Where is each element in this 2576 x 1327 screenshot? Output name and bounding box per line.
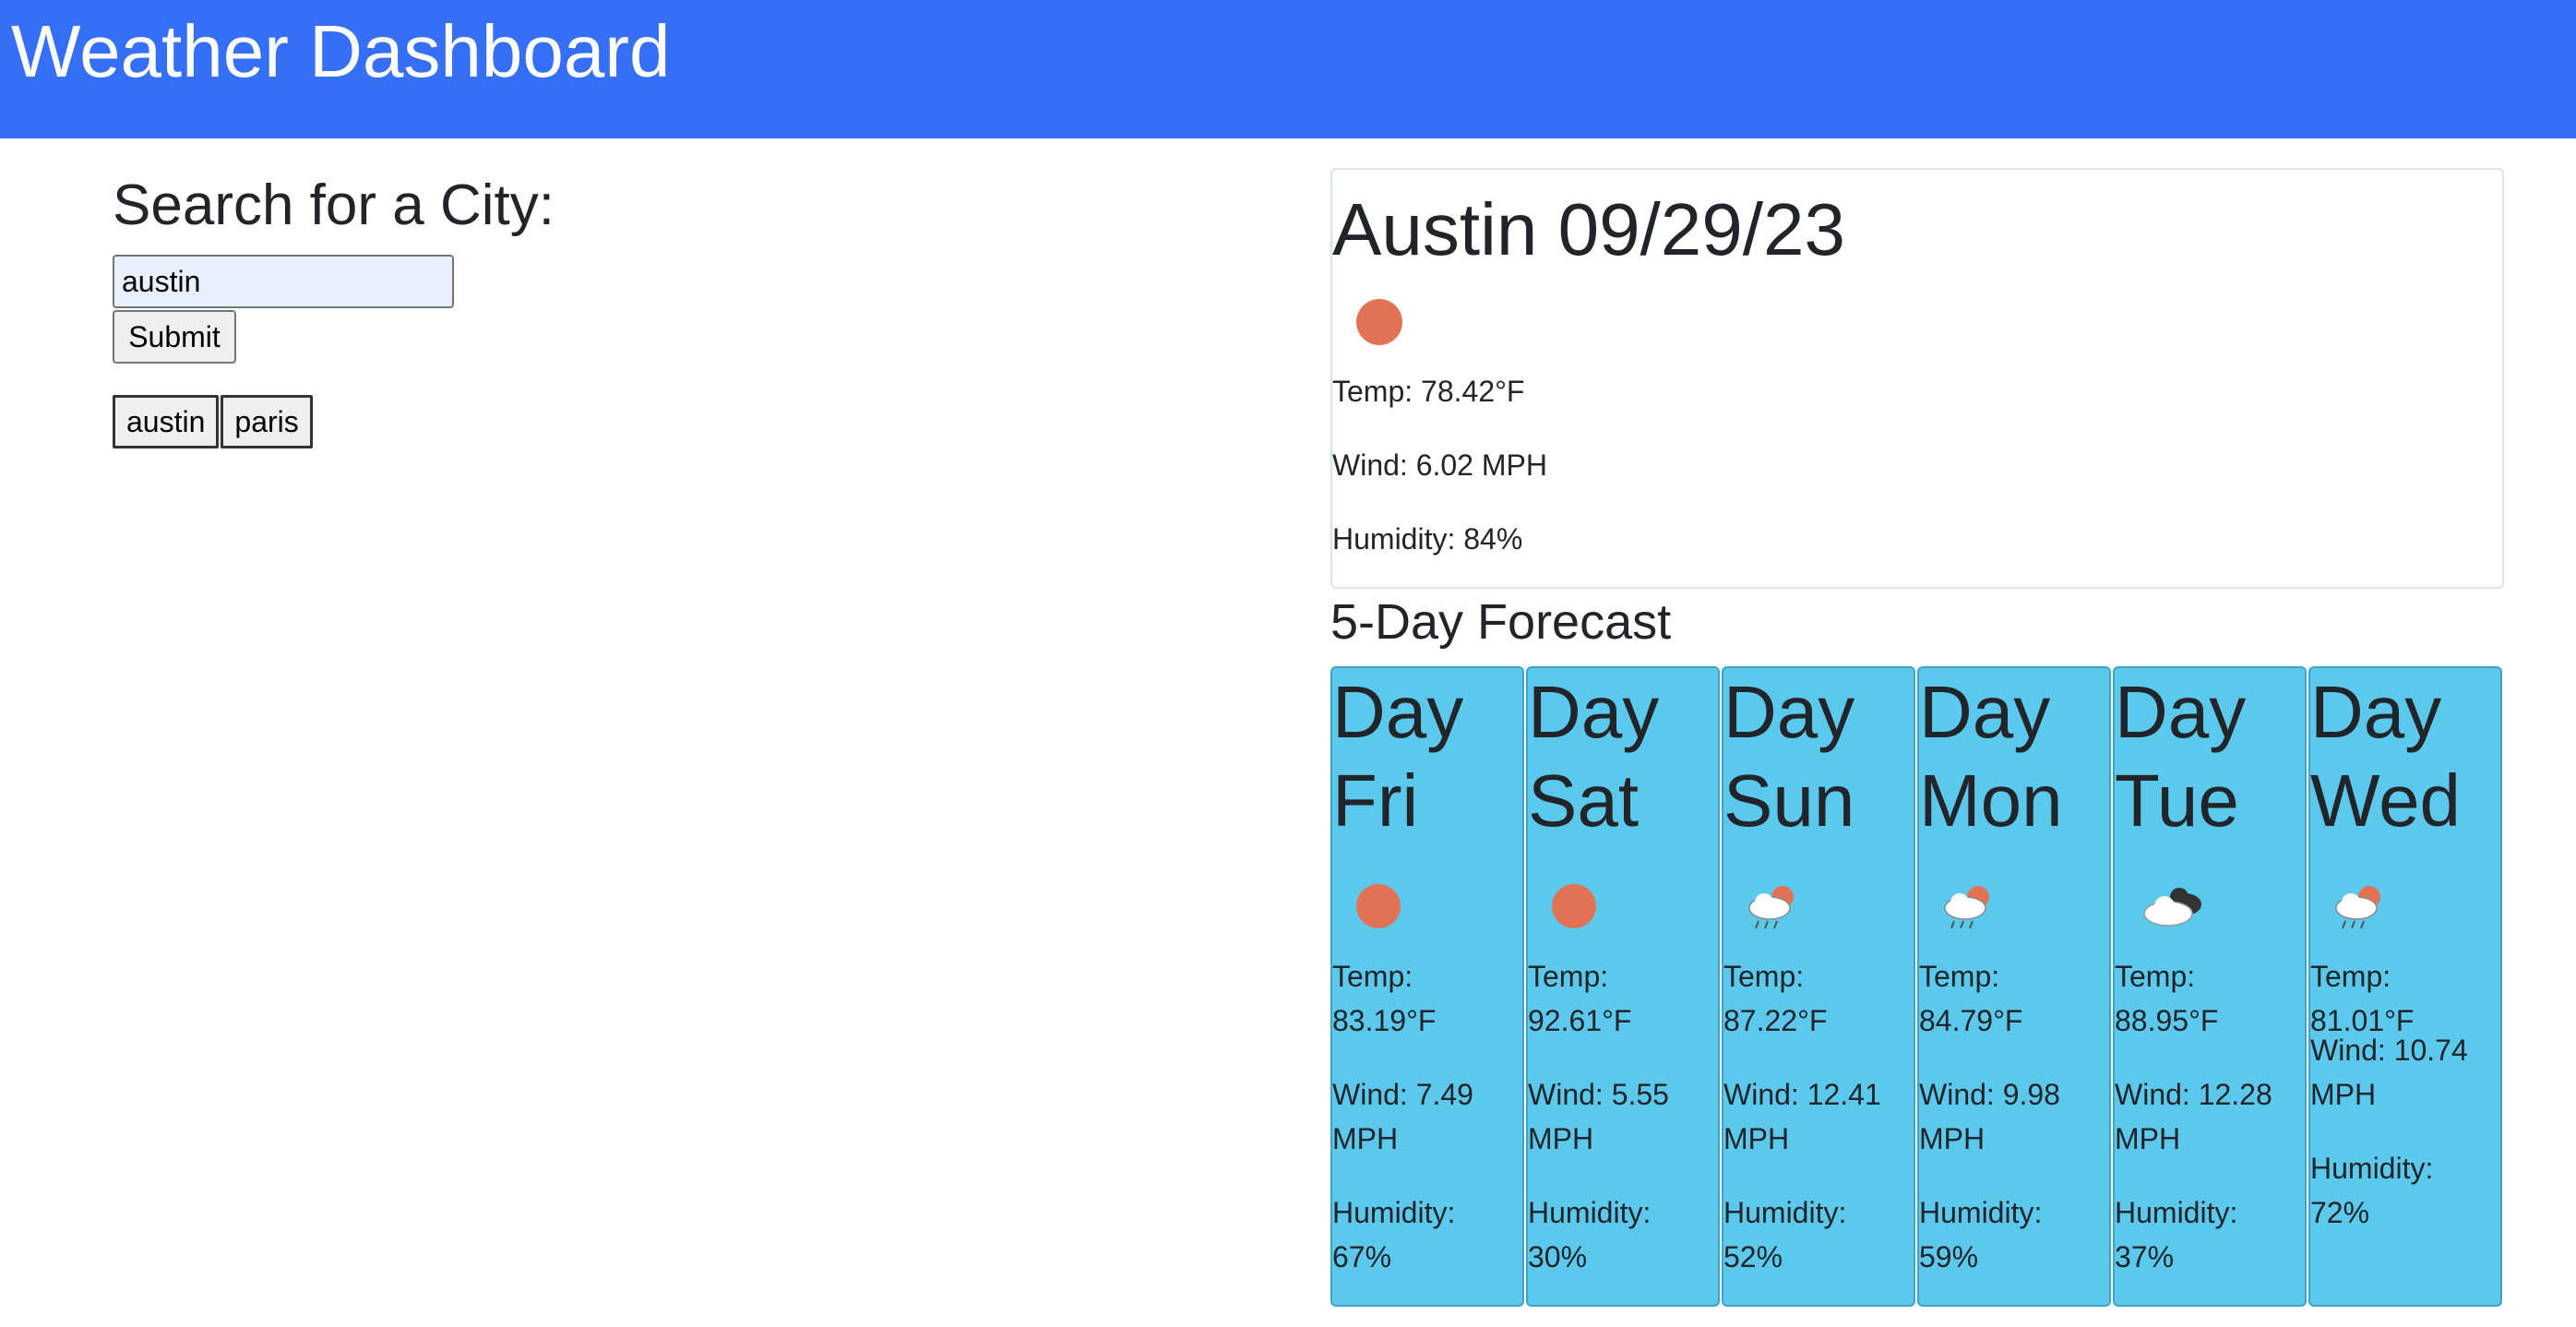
forecast-day-title: Day Fri xyxy=(1332,671,1464,842)
search-heading: Search for a City: xyxy=(113,173,555,237)
current-weather-card: Austin 09/29/23 Temp: 78.42°F Wind: 6.02… xyxy=(1330,168,2504,589)
forecast-wind: Wind: 9.98 MPH xyxy=(1919,1078,2060,1155)
forecast-card: Day Mon Temp: 84.79°F Wind: 9.98 MPH Hum… xyxy=(1917,666,2111,1307)
sun-icon xyxy=(1356,299,1402,345)
rain-sun-icon xyxy=(1944,886,1989,929)
history-button-austin[interactable]: austin xyxy=(113,395,220,448)
forecast-card: Day Wed Temp: 81.01°F Wind: 10.74 MPH Hu… xyxy=(2308,666,2502,1307)
forecast-humidity: Humidity: 30% xyxy=(1528,1196,1652,1273)
forecast-wind: Wind: 12.41 MPH xyxy=(1723,1078,1881,1155)
app-header: Weather Dashboard xyxy=(0,0,2576,138)
forecast-card: Day Sun Temp: 87.22°F Wind: 12.41 MPH Hu… xyxy=(1722,666,1915,1307)
sun-icon xyxy=(1356,884,1401,928)
forecast-humidity: Humidity: 37% xyxy=(2115,1196,2238,1273)
forecast-day-title: Day Sat xyxy=(1528,671,1660,842)
forecast-wind: Wind: 12.28 MPH xyxy=(2115,1078,2272,1155)
forecast-humidity: Humidity: 52% xyxy=(1723,1196,1847,1273)
forecast-temp: Temp: 83.19°F xyxy=(1332,960,1437,1037)
current-temp: Temp: 78.42°F xyxy=(1332,375,1525,408)
forecast-temp: Temp: 87.22°F xyxy=(1723,960,1828,1037)
forecast-heading: 5-Day Forecast xyxy=(1330,594,1672,650)
forecast-wind: Wind: 5.55 MPH xyxy=(1528,1078,1669,1155)
submit-button[interactable]: Submit xyxy=(113,310,236,364)
current-city-title: Austin 09/29/23 xyxy=(1332,188,1845,270)
forecast-temp: Temp: 92.61°F xyxy=(1528,960,1632,1037)
current-wind: Wind: 6.02 MPH xyxy=(1332,448,1547,482)
city-search-input[interactable] xyxy=(113,255,454,308)
broken-clouds-icon xyxy=(2143,888,2201,927)
forecast-day-title: Day Wed xyxy=(2310,671,2462,842)
search-history: austin paris xyxy=(113,395,315,448)
forecast-card: Day Tue Temp: 88.95°F Wind: 12.28 MPH Hu… xyxy=(2113,666,2307,1307)
sun-icon xyxy=(1552,884,1596,928)
rain-sun-icon xyxy=(1748,886,1794,929)
app-title: Weather Dashboard xyxy=(11,10,671,92)
forecast-card: Day Fri Temp: 83.19°F Wind: 7.49 MPH Hum… xyxy=(1330,666,1524,1307)
forecast-row: Day Fri Temp: 83.19°F Wind: 7.49 MPH Hum… xyxy=(1330,666,2502,1307)
forecast-day-title: Day Tue xyxy=(2115,671,2247,842)
forecast-wind: Wind: 10.74 MPH xyxy=(2310,1034,2468,1111)
forecast-day-title: Day Mon xyxy=(1919,671,2063,842)
forecast-temp: Temp: 84.79°F xyxy=(1919,960,2023,1037)
forecast-day-title: Day Sun xyxy=(1723,671,1855,842)
forecast-temp: Temp: 88.95°F xyxy=(2115,960,2219,1037)
forecast-humidity: Humidity: 59% xyxy=(1919,1196,2043,1273)
forecast-humidity: Humidity: 72% xyxy=(2310,1152,2434,1229)
forecast-wind: Wind: 7.49 MPH xyxy=(1332,1078,1473,1155)
forecast-card: Day Sat Temp: 92.61°F Wind: 5.55 MPH Hum… xyxy=(1526,666,1720,1307)
forecast-humidity: Humidity: 67% xyxy=(1332,1196,1456,1273)
current-humidity: Humidity: 84% xyxy=(1332,522,1523,556)
rain-sun-icon xyxy=(2335,886,2380,929)
history-button-paris[interactable]: paris xyxy=(221,395,313,448)
